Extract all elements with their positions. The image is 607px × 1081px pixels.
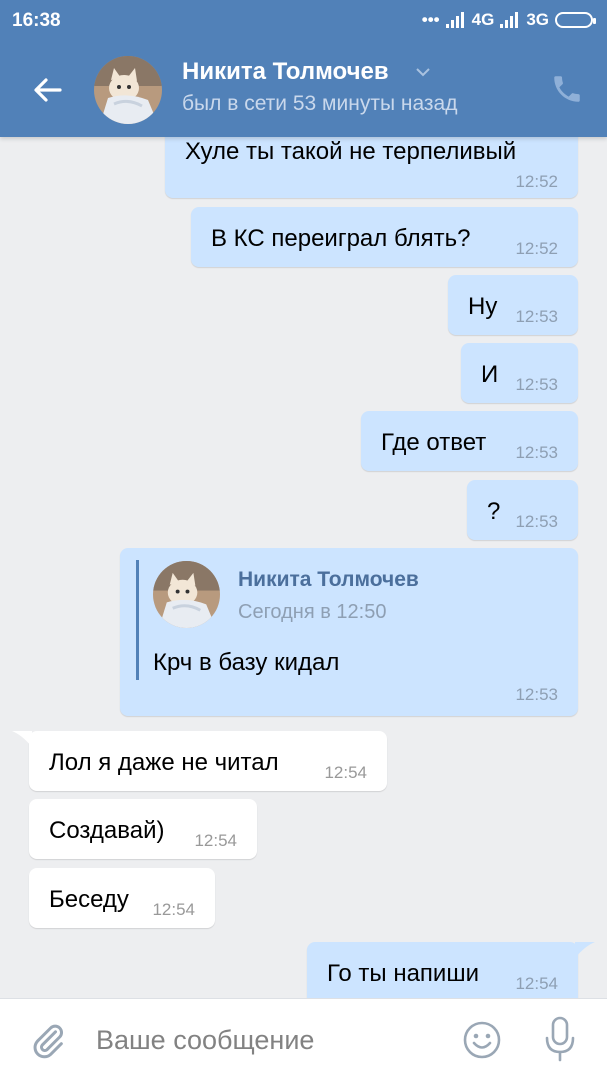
message-time: 12:52 [515, 239, 558, 258]
last-seen-status: был в сети 53 минуты назад [182, 92, 458, 115]
message-text: Лол я даже не читал [49, 749, 279, 776]
smiley-icon[interactable] [462, 1020, 502, 1060]
arrow-left-icon[interactable] [30, 72, 66, 108]
phone-icon[interactable] [550, 72, 584, 106]
forwarded-date: Сегодня в 12:50 [238, 601, 387, 623]
message-input-bar: Ваше сообщение [0, 998, 607, 1081]
message-text: Создавай) [49, 817, 165, 844]
status-dots: ••• [421, 10, 440, 29]
paperclip-icon[interactable] [28, 1019, 68, 1063]
message-bubble-incoming[interactable]: Беседу 12:54 [29, 868, 215, 928]
status-indicators: ••• 4G 3G [421, 10, 596, 30]
message-time: 12:53 [515, 375, 558, 394]
forwarded-author[interactable]: Никита Толмочев [238, 568, 419, 592]
status-time: 16:38 [12, 10, 61, 31]
message-bubble-outgoing[interactable]: И 12:53 [461, 343, 578, 403]
message-bubble-forwarded[interactable]: Никита Толмочев Сегодня в 12:50 Крч в ба… [120, 548, 578, 716]
avatar[interactable] [94, 56, 162, 124]
network-3g: 3G [526, 10, 549, 29]
message-time: 12:54 [194, 831, 237, 850]
message-time: 12:54 [515, 974, 558, 993]
message-bubble-outgoing[interactable]: В КС переиграл блять? 12:52 [191, 207, 578, 267]
message-bubble-outgoing[interactable]: Ну 12:53 [448, 275, 578, 335]
forwarded-avatar[interactable] [153, 561, 220, 628]
battery-icon [555, 12, 596, 28]
bubble-tail [12, 731, 32, 747]
message-text: И [481, 361, 499, 388]
network-4g: 4G [471, 10, 495, 29]
message-text: Где ответ [381, 429, 487, 456]
contact-name[interactable]: Никита Толмочев [182, 58, 389, 86]
message-text: Го ты напиши [327, 960, 479, 987]
status-bar: 16:38 ••• 4G 3G [0, 0, 607, 44]
message-time: 12:54 [152, 900, 195, 919]
message-time: 12:53 [515, 685, 558, 704]
quote-bar [136, 560, 139, 680]
message-text: ? [487, 498, 501, 525]
message-bubble-incoming[interactable]: Создавай) 12:54 [29, 799, 257, 859]
message-time: 12:52 [515, 172, 558, 191]
bubble-tail [575, 942, 595, 958]
message-text: Ну [468, 293, 498, 320]
message-input[interactable]: Ваше сообщение [96, 1025, 314, 1056]
forwarded-text: Крч в базу кидал [153, 649, 340, 676]
message-bubble-outgoing[interactable]: Где ответ 12:53 [361, 411, 578, 471]
message-time: 12:53 [515, 443, 558, 462]
message-text: В КС переиграл блять? [211, 225, 471, 252]
message-text: Беседу [49, 886, 129, 913]
signal-icon [500, 12, 520, 28]
microphone-icon[interactable] [542, 1016, 578, 1062]
chevron-down-icon[interactable] [415, 66, 431, 78]
message-time: 12:54 [324, 763, 367, 782]
message-time: 12:53 [515, 512, 558, 531]
message-bubble-incoming[interactable]: Лол я даже не читал 12:54 [12, 731, 387, 791]
message-text: Хуле ты такой не терпеливый [185, 138, 517, 165]
top-bar: 16:38 ••• 4G 3G Никита Толмочев был в се… [0, 0, 607, 137]
message-bubble-outgoing[interactable]: ? 12:53 [467, 480, 578, 540]
signal-icon [445, 12, 466, 28]
message-time: 12:53 [515, 307, 558, 326]
